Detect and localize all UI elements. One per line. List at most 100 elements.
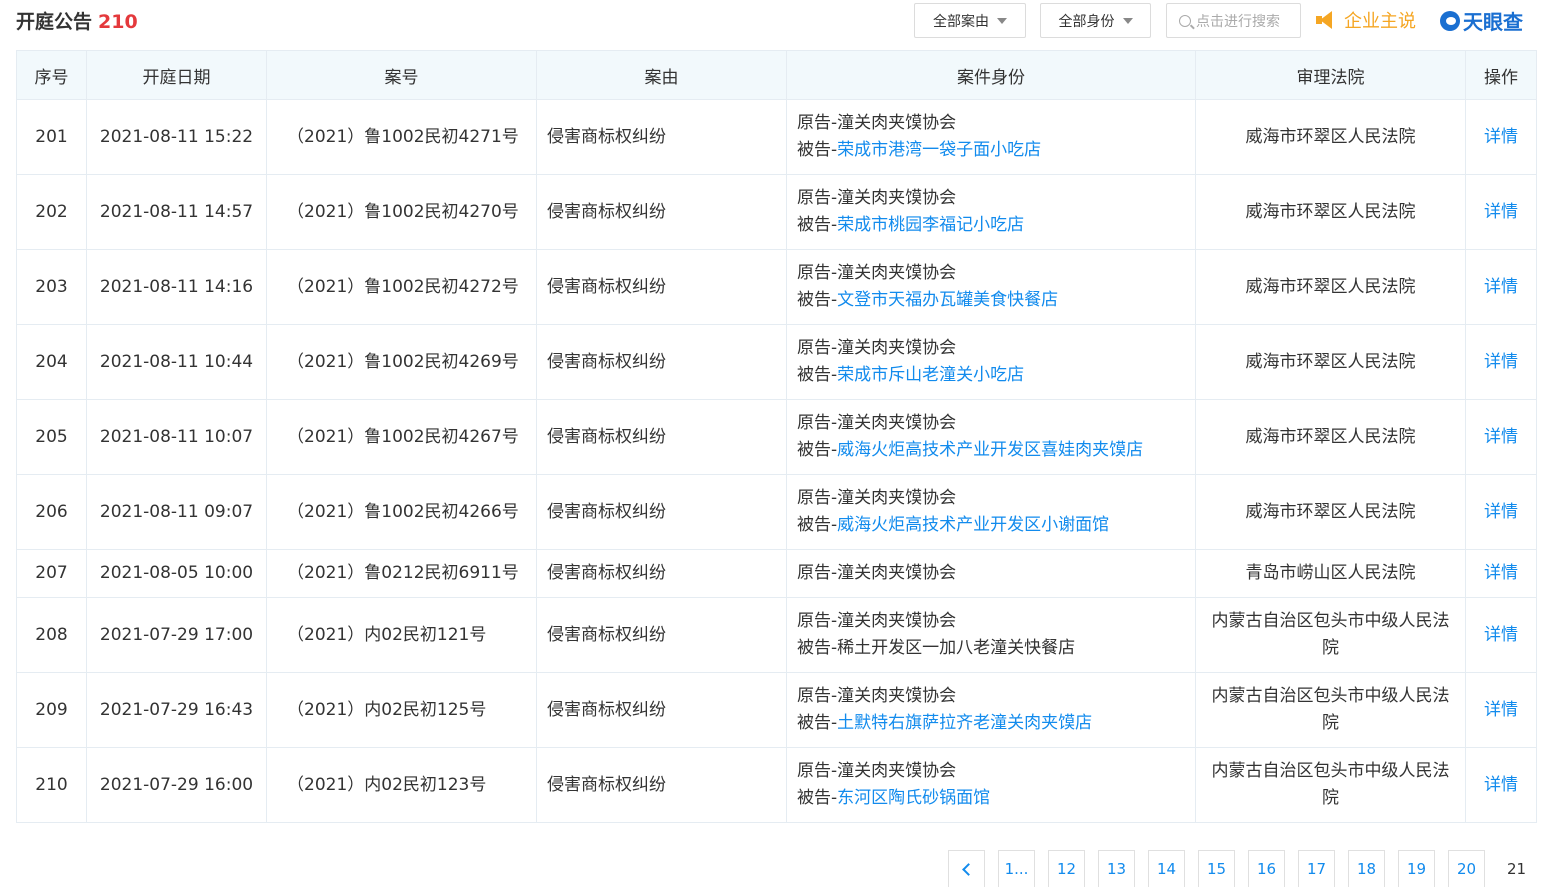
- page-button[interactable]: 20: [1448, 850, 1485, 887]
- cell-date: 2021-08-11 14:57: [86, 174, 267, 250]
- detail-link[interactable]: 详情: [1484, 625, 1518, 645]
- cell-court: 威海市环翠区人民法院: [1195, 399, 1466, 475]
- defendant-name[interactable]: 土默特右旗萨拉齐老潼关肉夹馍店: [837, 713, 1092, 733]
- cell-cause: 侵害商标权纠纷: [536, 597, 787, 673]
- cell-court: 威海市环翠区人民法院: [1195, 474, 1466, 550]
- cell-case-no: （2021）鲁1002民初4266号: [266, 474, 537, 550]
- plaintiff: 原告-潼关肉夹馍协会: [797, 488, 957, 508]
- table-row: 204 2021-08-11 10:44 （2021）鲁1002民初4269号 侵害商…: [16, 324, 1537, 400]
- cell-no: 208: [16, 597, 87, 673]
- logo-mark-icon: [1440, 10, 1460, 31]
- cell-role: 原告-潼关肉夹馍协会 被告-荣成市港湾一袋子面小吃店: [786, 99, 1196, 175]
- defendant: 被告-文登市天福办瓦罐美食快餐店: [797, 287, 1195, 314]
- detail-link[interactable]: 详情: [1484, 427, 1518, 447]
- cell-role: 原告-潼关肉夹馍协会 被告-东河区陶氏砂锅面馆: [786, 747, 1196, 823]
- cell-cause: 侵害商标权纠纷: [536, 672, 787, 748]
- cell-date: 2021-07-29 17:00: [86, 597, 267, 673]
- column-header-no: 序号: [16, 50, 87, 100]
- cell-date: 2021-08-05 10:00: [86, 549, 267, 598]
- defendant-name[interactable]: 威海火炬高技术产业开发区小谢面馆: [837, 515, 1109, 535]
- cell-case-no: （2021）鲁0212民初6911号: [266, 549, 537, 598]
- cell-cause: 侵害商标权纠纷: [536, 549, 787, 598]
- page-button[interactable]: 16: [1248, 850, 1285, 887]
- table-row: 206 2021-08-11 09:07 （2021）鲁1002民初4266号 侵害商…: [16, 474, 1537, 550]
- column-header-action: 操作: [1465, 50, 1537, 100]
- cell-action: 详情: [1465, 672, 1537, 748]
- detail-link[interactable]: 详情: [1484, 202, 1518, 222]
- cell-court: 威海市环翠区人民法院: [1195, 249, 1466, 325]
- cell-cause: 侵害商标权纠纷: [536, 99, 787, 175]
- defendant-name[interactable]: 荣成市桃园李福记小吃店: [837, 215, 1024, 235]
- defendant-prefix: 被告-: [797, 638, 838, 658]
- column-header-cause: 案由: [536, 50, 787, 100]
- cell-date: 2021-08-11 09:07: [86, 474, 267, 550]
- cell-action: 详情: [1465, 747, 1537, 823]
- table-row: 208 2021-07-29 17:00 （2021）内02民初121号 侵害商标权纠…: [16, 597, 1537, 673]
- megaphone-icon: [1316, 10, 1336, 30]
- plaintiff: 原告-潼关肉夹馍协会: [797, 263, 957, 283]
- page-button[interactable]: 19: [1398, 850, 1435, 887]
- defendant-name[interactable]: 文登市天福办瓦罐美食快餐店: [837, 290, 1058, 310]
- plaintiff: 原告-潼关肉夹馍协会: [797, 113, 957, 133]
- page-title: 开庭公告 210: [16, 7, 138, 34]
- cell-action: 详情: [1465, 597, 1537, 673]
- page-button[interactable]: 14: [1148, 850, 1185, 887]
- table-row: 205 2021-08-11 10:07 （2021）鲁1002民初4267号 侵害商…: [16, 399, 1537, 475]
- page-button[interactable]: 18: [1348, 850, 1385, 887]
- defendant: 被告-东河区陶氏砂锅面馆: [797, 785, 1195, 812]
- defendant-name[interactable]: 东河区陶氏砂锅面馆: [837, 788, 990, 808]
- search-input[interactable]: 点击进行搜索: [1166, 3, 1301, 38]
- case-cause-filter[interactable]: 全部案由: [914, 3, 1026, 38]
- defendant: 被告-威海火炬高技术产业开发区小谢面馆: [797, 512, 1195, 539]
- defendant: 被告-土默特右旗萨拉齐老潼关肉夹馍店: [797, 710, 1195, 737]
- page-button[interactable]: 1...: [998, 850, 1035, 887]
- plaintiff: 原告-潼关肉夹馍协会: [797, 413, 957, 433]
- caret-down-icon: [1122, 17, 1133, 24]
- cell-no: 205: [16, 399, 87, 475]
- cell-case-no: （2021）内02民初121号: [266, 597, 537, 673]
- column-header-role: 案件身份: [786, 50, 1196, 100]
- cell-case-no: （2021）内02民初125号: [266, 672, 537, 748]
- defendant: 被告-荣成市桃园李福记小吃店: [797, 212, 1195, 239]
- table-row: 202 2021-08-11 14:57 （2021）鲁1002民初4270号 侵害商…: [16, 174, 1537, 250]
- defendant-prefix: 被告-: [797, 713, 838, 733]
- tianyancha-logo: 天眼查: [1440, 6, 1523, 35]
- case-role-filter[interactable]: 全部身份: [1040, 3, 1151, 38]
- detail-link[interactable]: 详情: [1484, 277, 1518, 297]
- page-title-text: 开庭公告: [16, 11, 93, 33]
- table-row: 207 2021-08-05 10:00 （2021）鲁0212民初6911号 侵害商…: [16, 549, 1537, 598]
- defendant-prefix: 被告-: [797, 365, 838, 385]
- page-button[interactable]: 13: [1098, 850, 1135, 887]
- detail-link[interactable]: 详情: [1484, 775, 1518, 795]
- page-button[interactable]: 17: [1298, 850, 1335, 887]
- detail-link[interactable]: 详情: [1484, 352, 1518, 372]
- detail-link[interactable]: 详情: [1484, 700, 1518, 720]
- defendant-prefix: 被告-: [797, 440, 838, 460]
- cell-cause: 侵害商标权纠纷: [536, 174, 787, 250]
- page-button[interactable]: 15: [1198, 850, 1235, 887]
- defendant-name[interactable]: 荣成市港湾一袋子面小吃店: [837, 140, 1041, 160]
- detail-link[interactable]: 详情: [1484, 127, 1518, 147]
- defendant-name[interactable]: 威海火炬高技术产业开发区喜娃肉夹馍店: [837, 440, 1143, 460]
- cell-cause: 侵害商标权纠纷: [536, 324, 787, 400]
- detail-link[interactable]: 详情: [1484, 563, 1518, 583]
- prev-page-button[interactable]: [948, 850, 985, 887]
- cell-case-no: （2021）鲁1002民初4271号: [266, 99, 537, 175]
- cell-cause: 侵害商标权纠纷: [536, 399, 787, 475]
- plaintiff: 原告-潼关肉夹馍协会: [797, 686, 957, 706]
- page-button[interactable]: 12: [1048, 850, 1085, 887]
- cell-role: 原告-潼关肉夹馍协会 被告-荣成市斥山老潼关小吃店: [786, 324, 1196, 400]
- detail-link[interactable]: 详情: [1484, 502, 1518, 522]
- cell-role: 原告-潼关肉夹馍协会被告-威海火炬高技术产业开发区小谢面馆: [786, 474, 1196, 550]
- court-announcement-table: 序号 开庭日期 案号 案由 案件身份 审理法院 操作 201 2021-08-11…: [16, 50, 1537, 823]
- defendant-name[interactable]: 荣成市斥山老潼关小吃店: [837, 365, 1024, 385]
- defendant: 被告-威海火炬高技术产业开发区喜娃肉夹馍店: [797, 437, 1195, 464]
- cell-court: 内蒙古自治区包头市中级人民法院: [1195, 672, 1466, 748]
- table-row: 210 2021-07-29 16:00 （2021）内02民初123号 侵害商标权纠…: [16, 747, 1537, 823]
- cell-no: 203: [16, 249, 87, 325]
- defendant-prefix: 被告-: [797, 215, 838, 235]
- cell-role: 原告-潼关肉夹馍协会 被告-稀土开发区一加八老潼关快餐店: [786, 597, 1196, 673]
- plaintiff: 原告-潼关肉夹馍协会: [797, 188, 957, 208]
- company-say-button[interactable]: 企业主说: [1316, 7, 1416, 33]
- cell-case-no: （2021）鲁1002民初4270号: [266, 174, 537, 250]
